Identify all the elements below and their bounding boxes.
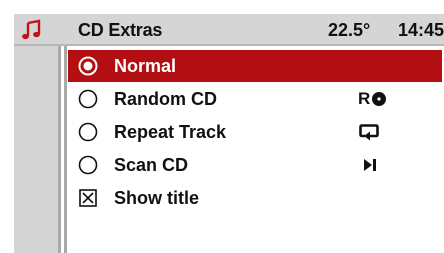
clock-readout: 14:45	[398, 20, 444, 40]
music-note-icon	[22, 19, 41, 40]
random-cd-icon-label: R	[358, 89, 371, 108]
temperature-readout: 22.5°	[328, 20, 371, 40]
page-title: CD Extras	[78, 20, 163, 40]
radio-unchecked-icon[interactable]	[78, 155, 98, 175]
menu-item-scan-cd[interactable]: Scan CD	[68, 149, 442, 181]
menu-item-label: Random CD	[114, 89, 217, 109]
radio-unchecked-icon[interactable]	[78, 89, 98, 109]
menu-item-repeat-track[interactable]: Repeat Track	[68, 116, 442, 148]
disc-icon	[372, 92, 386, 106]
header-bar: CD Extras 22.5° 14:45	[14, 14, 444, 46]
radio-unchecked-icon[interactable]	[78, 122, 98, 142]
menu-item-show-title[interactable]: Show title	[68, 182, 442, 214]
menu-item-normal[interactable]: Normal	[68, 50, 442, 82]
checkbox-checked-icon[interactable]	[78, 188, 98, 208]
left-panel	[14, 46, 58, 253]
random-cd-icon: R	[358, 88, 394, 110]
menu-item-random-cd[interactable]: Random CD R	[68, 83, 442, 115]
panel-divider	[64, 46, 67, 253]
repeat-icon	[359, 124, 379, 141]
radio-checked-icon[interactable]	[78, 56, 98, 76]
menu-item-label: Normal	[114, 56, 177, 76]
scan-icon	[364, 159, 376, 171]
menu-item-label: Show title	[114, 188, 199, 208]
options-menu: Normal Random CD R Repeat Track Scan CD …	[68, 50, 442, 215]
menu-item-label: Repeat Track	[114, 122, 227, 142]
panel-divider	[58, 46, 61, 253]
menu-item-label: Scan CD	[114, 155, 189, 175]
cd-extras-screen: CD Extras 22.5° 14:45 Normal Random CD R	[0, 0, 444, 253]
